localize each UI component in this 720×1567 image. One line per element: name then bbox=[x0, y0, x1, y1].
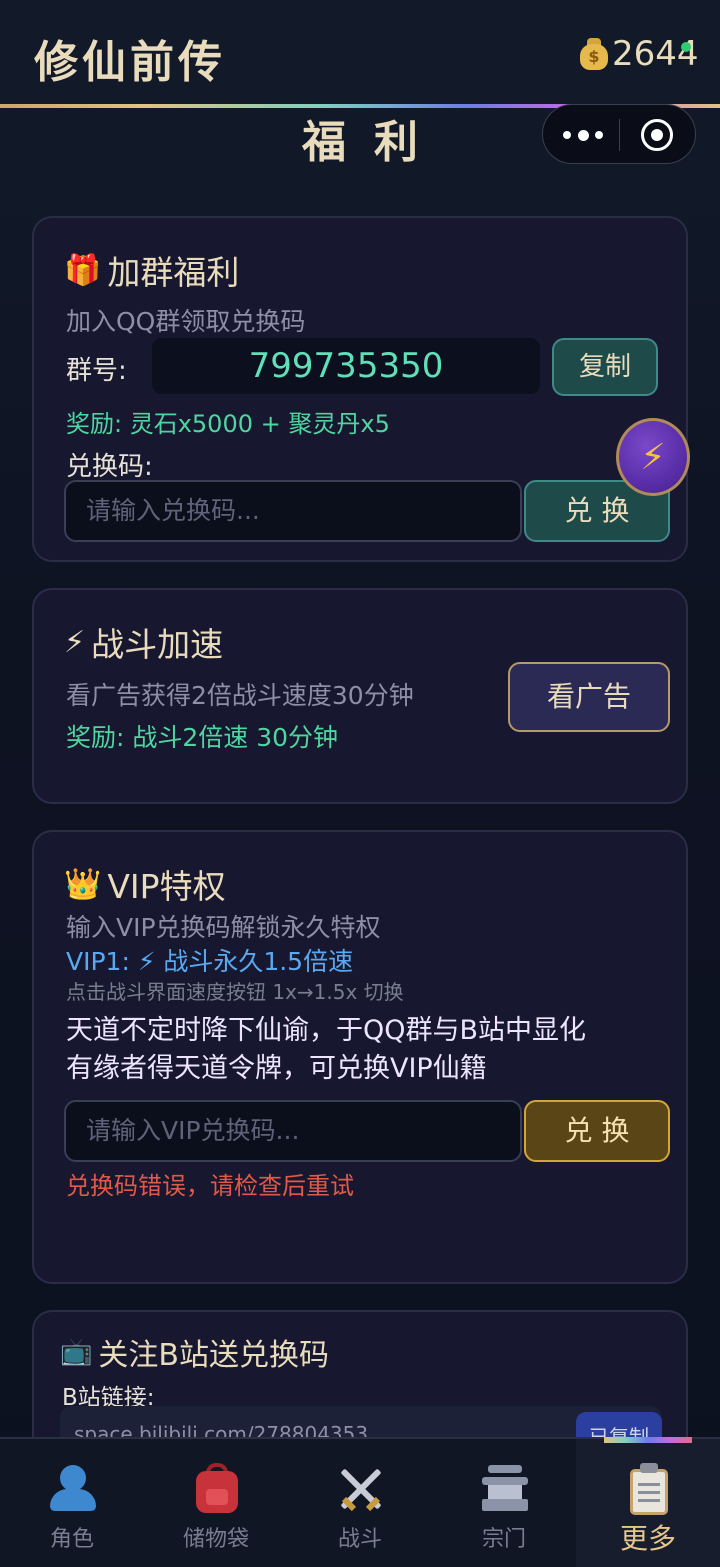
group-welfare-card: 🎁 加群福利 加入QQ群领取兑换码 群号: 799735350 复制 奖励: 灵… bbox=[32, 216, 688, 562]
bilibili-title: 📺 关注B站送兑换码 bbox=[60, 1330, 329, 1374]
group-welfare-title-text: 加群福利 bbox=[107, 253, 240, 292]
gift-icon: 🎁 bbox=[64, 252, 102, 288]
backpack-icon bbox=[192, 1463, 240, 1515]
coin-amount: 2644 bbox=[612, 34, 699, 74]
vip1-benefit: VIP1: ⚡ 战斗永久1.5倍速 bbox=[66, 947, 354, 976]
battle-speed-card: ⚡ 战斗加速 看广告获得2倍战斗速度30分钟 奖励: 战斗2倍速 30分钟 看广… bbox=[32, 588, 688, 804]
header: 修仙前传 $ 2644 bbox=[0, 0, 720, 106]
vip-error-message: 兑换码错误，请检查后重试 bbox=[66, 1172, 354, 1200]
coin-amount-text: 2644 bbox=[612, 34, 699, 74]
group-welfare-desc: 加入QQ群领取兑换码 bbox=[66, 307, 306, 336]
nav-item-sect[interactable]: 宗门 bbox=[432, 1439, 576, 1567]
vip-title-text: VIP特权 bbox=[107, 867, 226, 906]
redeem-code-label: 兑换码: bbox=[66, 452, 153, 482]
vip-desc: 输入VIP兑换码解锁永久特权 bbox=[66, 913, 381, 942]
group-reward: 奖励: 灵石x5000 + 聚灵丹x5 bbox=[66, 410, 390, 438]
group-number-label: 群号: bbox=[66, 356, 127, 386]
group-welfare-title: 🎁 加群福利 bbox=[64, 246, 239, 294]
battle-speed-desc: 看广告获得2倍战斗速度30分钟 bbox=[66, 681, 414, 710]
battle-speed-reward: 奖励: 战斗2倍速 30分钟 bbox=[66, 723, 339, 752]
lightning-icon: ⚡ bbox=[640, 437, 666, 478]
vip-title: 👑 VIP特权 bbox=[64, 860, 226, 908]
battle-speed-title-text: 战斗加速 bbox=[91, 625, 224, 664]
crossed-swords-icon bbox=[336, 1463, 384, 1515]
bilibili-title-text: 关注B站送兑换码 bbox=[98, 1338, 329, 1373]
nav-item-character[interactable]: 角色 bbox=[0, 1439, 144, 1567]
vip-redeem-button[interactable]: 兑 换 bbox=[524, 1100, 670, 1162]
nav-label: 战斗 bbox=[337, 1527, 382, 1552]
lightning-icon: ⚡ bbox=[64, 624, 86, 660]
nav-label: 宗门 bbox=[481, 1527, 526, 1552]
online-dot bbox=[680, 42, 691, 52]
miniprogram-capsule bbox=[542, 104, 696, 164]
temple-icon bbox=[480, 1463, 528, 1515]
money-bag-icon: $ bbox=[578, 36, 610, 72]
user-icon bbox=[48, 1463, 96, 1515]
nav-label: 角色 bbox=[49, 1527, 94, 1552]
vip-card: 👑 VIP特权 输入VIP兑换码解锁永久特权 VIP1: ⚡ 战斗永久1.5倍速… bbox=[32, 830, 688, 1284]
nav-item-bag[interactable]: 储物袋 bbox=[144, 1439, 288, 1567]
capsule-divider bbox=[619, 119, 620, 151]
vip-decree-line1: 天道不定时降下仙谕，于QQ群与B站中显化 bbox=[66, 1015, 587, 1046]
vip-decree-line2: 有缘者得天道令牌，可兑换VIP仙籍 bbox=[66, 1053, 487, 1084]
group-number: 799735350 bbox=[152, 338, 540, 394]
speed-boost-fab[interactable]: ⚡ bbox=[616, 418, 690, 496]
clipboard-icon bbox=[624, 1463, 672, 1515]
copy-group-button[interactable]: 复制 bbox=[552, 338, 658, 396]
redeem-code-input[interactable]: 请输入兑换码... bbox=[64, 480, 522, 542]
vip-code-input[interactable]: 请输入VIP兑换码... bbox=[64, 1100, 522, 1162]
app-title: 修仙前传 bbox=[34, 37, 226, 88]
nav-item-more[interactable]: 更多 bbox=[576, 1439, 720, 1567]
bottom-nav: 角色 储物袋 战斗 宗门 更多 bbox=[0, 1437, 720, 1567]
nav-item-battle[interactable]: 战斗 bbox=[288, 1439, 432, 1567]
nav-label: 更多 bbox=[619, 1522, 676, 1555]
tv-icon: 📺 bbox=[60, 1337, 93, 1367]
vip-hint: 点击战斗界面速度按钮 1x→1.5x 切换 bbox=[66, 980, 404, 1004]
close-target-icon[interactable] bbox=[641, 119, 673, 151]
crown-icon: 👑 bbox=[64, 866, 102, 902]
watch-ad-button[interactable]: 看广告 bbox=[508, 662, 670, 732]
nav-label: 储物袋 bbox=[182, 1527, 249, 1552]
more-dots-icon[interactable] bbox=[563, 123, 603, 147]
coin-display: $ 2644 bbox=[578, 34, 699, 74]
active-tab-indicator bbox=[604, 1437, 692, 1443]
battle-speed-title: ⚡ 战斗加速 bbox=[64, 618, 223, 666]
